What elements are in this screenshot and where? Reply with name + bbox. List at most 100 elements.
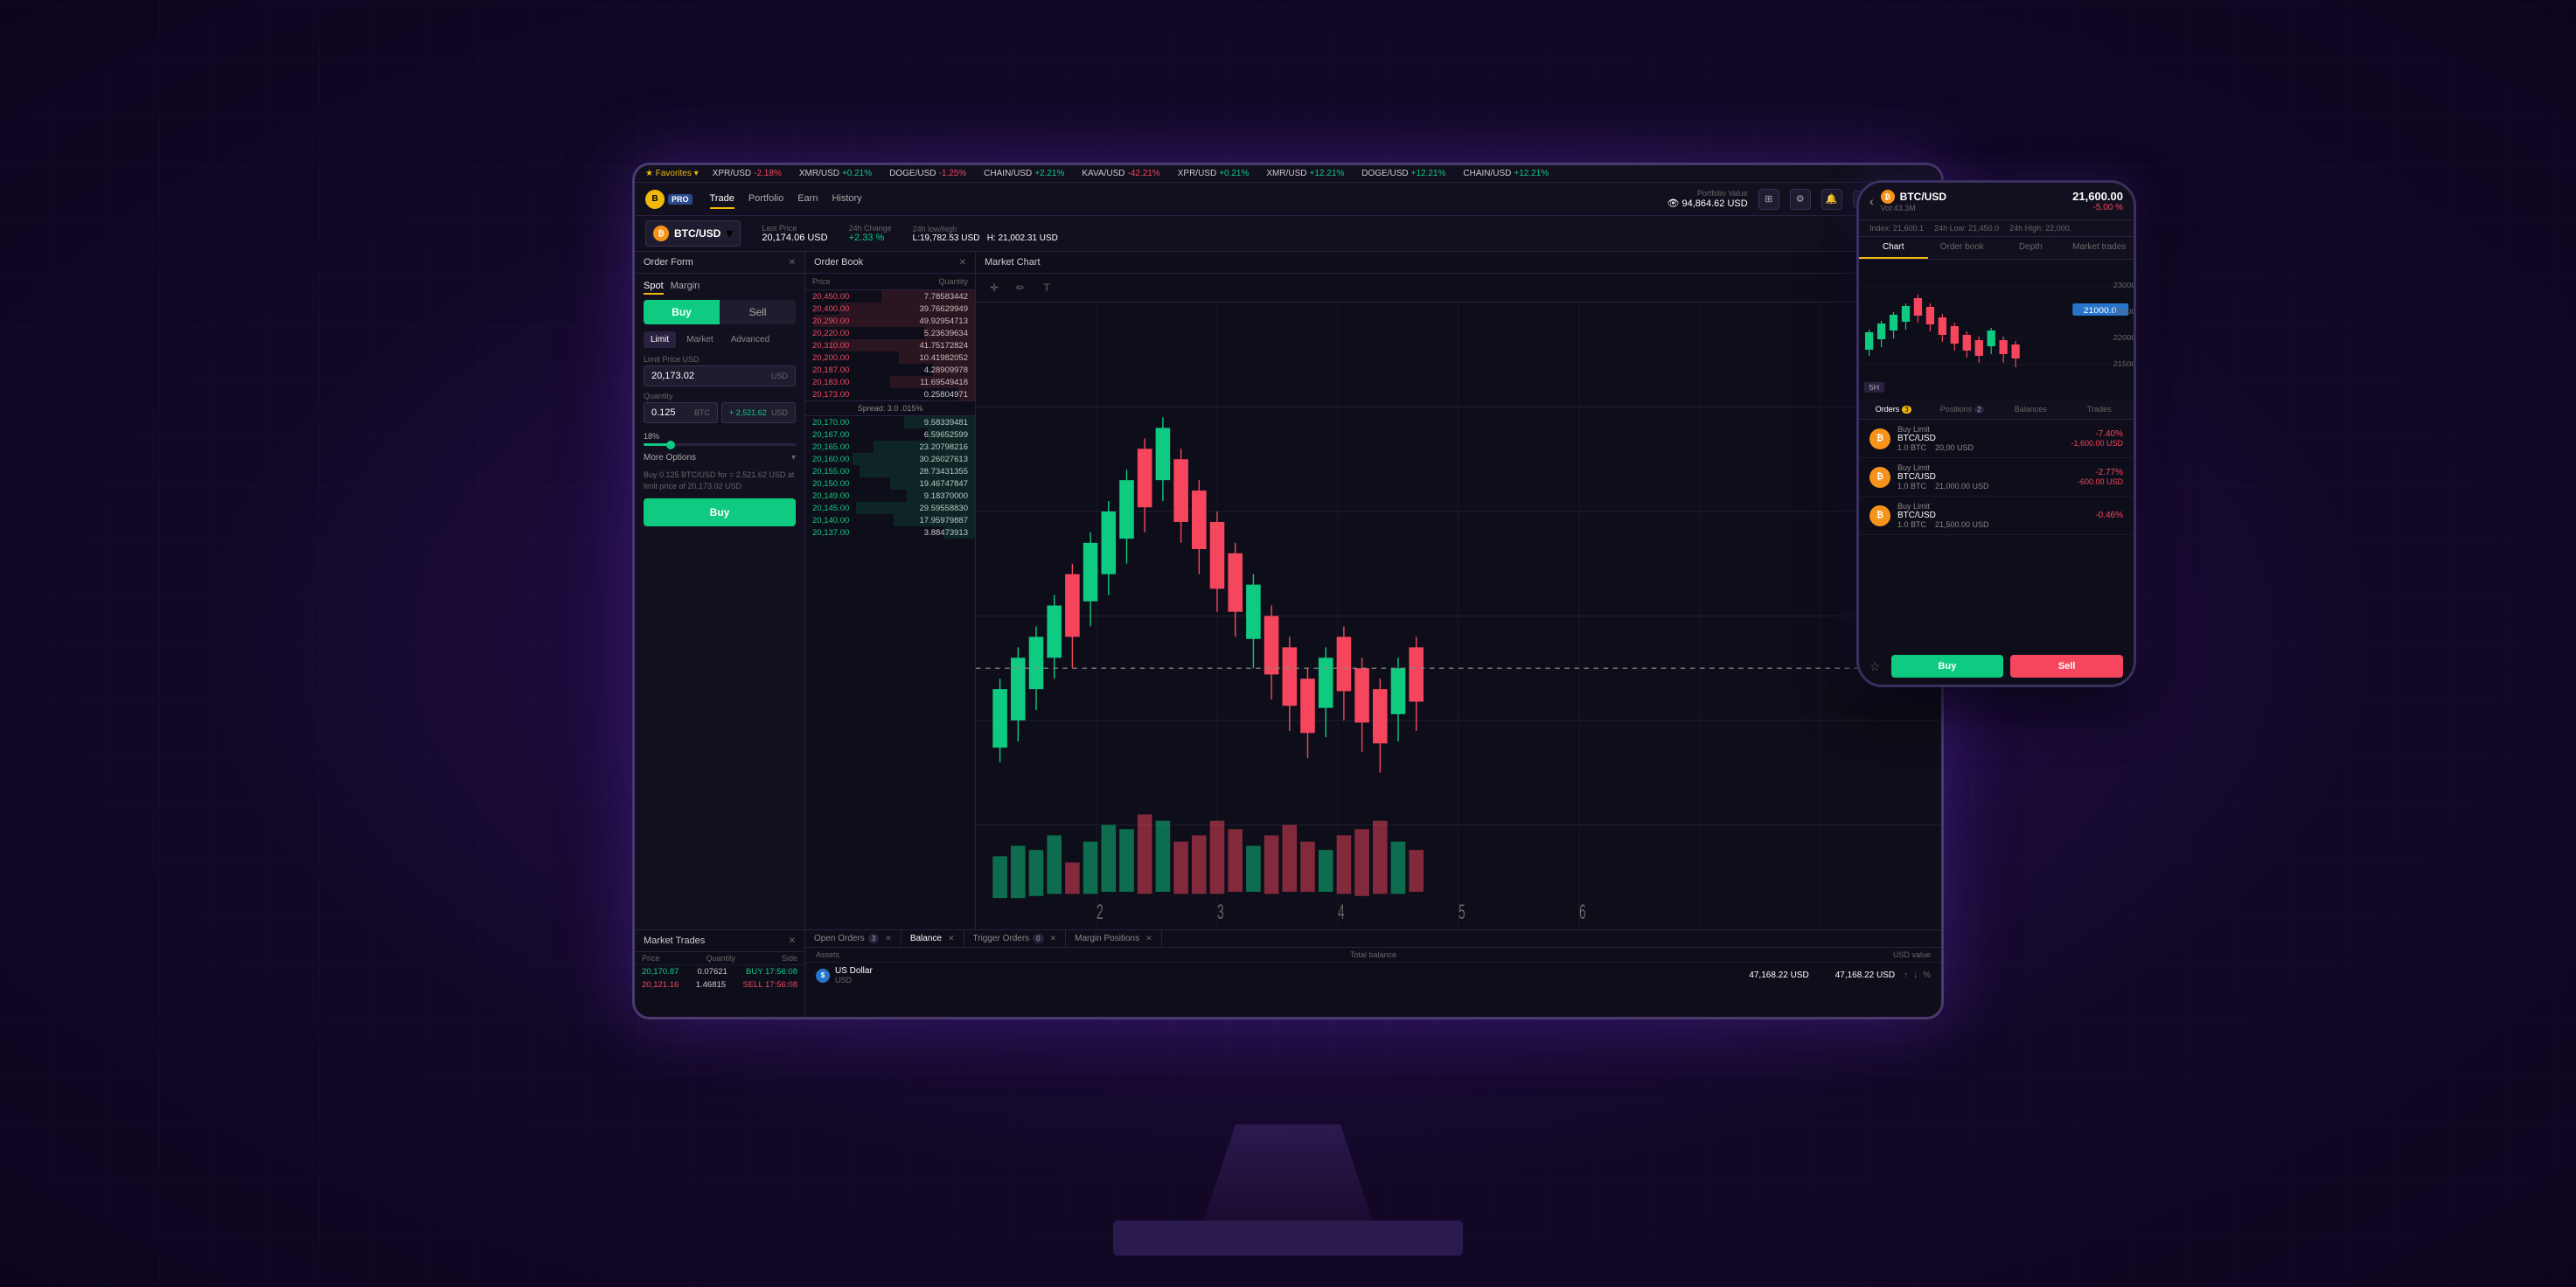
phone-favorite-icon[interactable]: ☆ [1869, 659, 1881, 674]
withdraw-icon[interactable]: ↓ [1913, 970, 1918, 980]
bid-row-3[interactable]: 20,165.00 23.20798216 [805, 441, 975, 453]
ticker-favorites[interactable]: ★ Favorites ▾ [645, 169, 699, 178]
ask-row-8[interactable]: 20,183.00 11.69549418 [805, 376, 975, 388]
ask-row-5[interactable]: 20,310.00 41.75172824 [805, 339, 975, 351]
nav-history[interactable]: History [832, 190, 861, 209]
phone-positions-tab[interactable]: Positions 2 [1928, 400, 1997, 419]
ticker-item-6: XPR/USD +0.21% [1178, 169, 1250, 178]
ask-row-2[interactable]: 20,400.00 39.76629949 [805, 303, 975, 315]
portfolio-value: Portfolio Value 👁 94,864.62 USD [1667, 189, 1747, 209]
orders-panel: Open Orders 3 ✕ Balance ✕ Trigger Orders… [805, 930, 1941, 1017]
phone-chart-svg: 21000.0 5H 23000.0 22500.0 22000.0 21500… [1859, 260, 2134, 400]
sell-button[interactable]: Sell [720, 300, 796, 324]
bid-row-4[interactable]: 20,160.00 30.26027613 [805, 453, 975, 465]
ticker-item-5: KAVA/USD -42.21% [1082, 169, 1159, 178]
ask-row-1[interactable]: 20,450.00 7.78583442 [805, 290, 975, 303]
nav-earn[interactable]: Earn [797, 190, 818, 209]
phone-pair-vol: Vol:43.3M [1881, 204, 2065, 212]
crosshair-tool[interactable]: ✛ [985, 278, 1004, 297]
orders-tabs: Open Orders 3 ✕ Balance ✕ Trigger Orders… [805, 930, 1941, 948]
phone-pair-info: ₿ BTC/USD Vol:43.3M [1881, 190, 2065, 212]
bid-row-10[interactable]: 20,137.00 3.88473913 [805, 526, 975, 539]
order-form-close[interactable]: ✕ [789, 258, 796, 268]
pair-selector[interactable]: ₿ BTC/USD ▾ [645, 220, 741, 247]
phone-buy-button[interactable]: Buy [1891, 655, 2004, 678]
bid-row-1[interactable]: 20,170.00 9.58339481 [805, 416, 975, 428]
market-order-btn[interactable]: Market [679, 331, 721, 348]
nav-trade[interactable]: Trade [710, 190, 735, 209]
quantity-slider: 18% [644, 432, 796, 446]
phone-balances-tab[interactable]: Balances [1996, 400, 2065, 419]
phone-sell-button[interactable]: Sell [2010, 655, 2123, 678]
phone-screen: ‹ ₿ BTC/USD Vol:43.3M 21,600.00 -5.00 % … [1859, 183, 2134, 685]
ask-row-6[interactable]: 20,200.00 10.41982052 [805, 351, 975, 364]
more-options-toggle[interactable]: More Options ▾ [644, 453, 796, 463]
phone-price: 21,600.00 -5.00 % [2072, 190, 2123, 212]
quantity-input[interactable]: 0.125 BTC [644, 402, 718, 423]
limit-order-btn[interactable]: Limit [644, 331, 676, 348]
phone-order-2-info: Buy Limit BTC/USD 1.0 BTC 21,000.00 USD [1897, 463, 2071, 490]
tab-spot[interactable]: Spot [644, 279, 664, 295]
bid-row-2[interactable]: 20,167.00 6.59652599 [805, 428, 975, 441]
advanced-order-btn[interactable]: Advanced [724, 331, 776, 348]
chart-header: Market Chart ✕ [976, 252, 1941, 274]
trigger-orders-tab[interactable]: Trigger Orders 0 ✕ [964, 930, 1067, 947]
market-trades-close[interactable]: ✕ [789, 936, 796, 946]
limit-price-input[interactable]: 20,173.02 USD [644, 365, 796, 386]
margin-positions-tab[interactable]: Margin Positions ✕ [1066, 930, 1161, 947]
svg-text:22000.0: 22000.0 [2113, 334, 2134, 342]
bid-row-8[interactable]: 20,145.00 29.59558830 [805, 502, 975, 514]
draw-tool[interactable]: ✏ [1011, 278, 1030, 297]
chart-panel: Market Chart ✕ ✛ ✏ T 📊 Indicators [976, 252, 1941, 929]
percent-icon[interactable]: % [1923, 970, 1931, 980]
phone-order-2-right: -2.77% -600.00 USD [2078, 468, 2123, 486]
balance-asset-usd: $ US Dollar USD [816, 966, 1749, 984]
phone-order-1: ₿ Buy Limit BTC/USD 1.0 BTC 20,00 USD -7… [1859, 420, 2134, 458]
monitor-container: ★ Favorites ▾ XPR/USD -2.18% XMR/USD +0.… [545, 163, 2031, 1124]
24h-change-stat: 24h Change +2.33 % [849, 224, 892, 243]
phone-orders-tab[interactable]: Orders 3 [1859, 400, 1928, 419]
nav-portfolio[interactable]: Portfolio [748, 190, 783, 209]
phone-tab-orderbook[interactable]: Order book [1928, 237, 1997, 259]
phone-chart-tabs: Chart Order book Depth Market trades [1859, 237, 2134, 260]
balance-tab[interactable]: Balance ✕ [902, 930, 964, 947]
phone-back-btn[interactable]: ‹ [1869, 194, 1874, 208]
phone-tab-chart[interactable]: Chart [1859, 237, 1928, 259]
nav-bar: B PRO Trade Portfolio Earn History Portf… [635, 183, 1941, 216]
layout-icon-btn[interactable]: ⊞ [1758, 189, 1779, 210]
ask-row-9[interactable]: 20,173.00 0.25804971 [805, 388, 975, 400]
ticker-item-1: XPR/USD -2.18% [713, 169, 782, 178]
open-orders-tab[interactable]: Open Orders 3 ✕ [805, 930, 902, 947]
bid-row-6[interactable]: 20,150.00 19.46747847 [805, 477, 975, 490]
order-book-close[interactable]: ✕ [959, 258, 966, 268]
spot-margin-tabs: Spot Margin [635, 274, 804, 300]
market-trades-header: Market Trades ✕ [635, 930, 804, 952]
submit-buy-button[interactable]: Buy [644, 498, 796, 526]
ticker-bar: ★ Favorites ▾ XPR/USD -2.18% XMR/USD +0.… [635, 165, 1941, 183]
ask-row-3[interactable]: 20,290.00 49.92954713 [805, 315, 975, 327]
btc-icon: ₿ [653, 226, 669, 241]
ask-row-7[interactable]: 20,187.00 4.28909978 [805, 364, 975, 376]
buy-button[interactable]: Buy [644, 300, 720, 324]
phone-tab-trades[interactable]: Market trades [2065, 237, 2134, 259]
orderbook-column-headers: Price Quantity [805, 274, 975, 290]
ask-row-4[interactable]: 20,220.00 5.23639634 [805, 327, 975, 339]
notifications-icon-btn[interactable]: 🔔 [1821, 189, 1842, 210]
bid-row-9[interactable]: 20,140.00 17.95979887 [805, 514, 975, 526]
phone-tab-depth[interactable]: Depth [1996, 237, 2065, 259]
total-input[interactable]: + 2,521.62 USD [721, 402, 796, 423]
limit-price-group: Limit Price USD 20,173.02 USD [644, 355, 796, 386]
bid-row-5[interactable]: 20,155.00 28.73431355 [805, 465, 975, 477]
last-price-stat: Last Price 20,174.06 USD [762, 224, 827, 243]
order-form-header: Order Form ✕ [635, 252, 804, 274]
tab-margin[interactable]: Margin [671, 279, 700, 295]
phone-trades-tab[interactable]: Trades [2065, 400, 2134, 419]
settings-icon-btn[interactable]: ⚙ [1790, 189, 1811, 210]
bid-row-7[interactable]: 20,149.00 9.18370000 [805, 490, 975, 502]
market-trades-panel: Market Trades ✕ Price Quantity Side 20,1… [635, 930, 805, 1017]
text-tool[interactable]: T [1037, 278, 1056, 297]
ticker-item-3: DOGE/USD -1.25% [889, 169, 966, 178]
binance-logo-icon: B [645, 190, 665, 209]
balance-total: 47,168.22 USD [1749, 970, 1808, 980]
deposit-icon[interactable]: ↑ [1904, 970, 1908, 980]
